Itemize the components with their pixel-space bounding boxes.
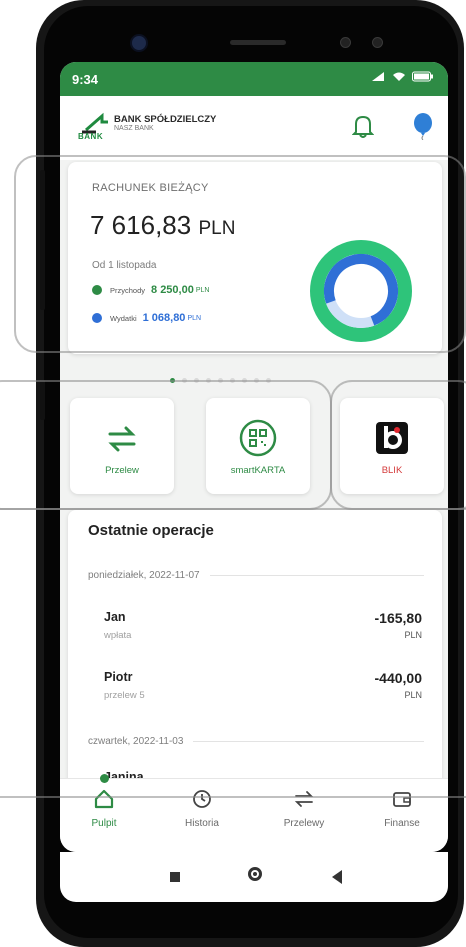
signal-icon: [372, 72, 385, 81]
light-sensor: [372, 37, 383, 48]
nav-label: Pulpit: [91, 818, 117, 829]
proximity-sensor: [340, 37, 351, 48]
battery-icon: [412, 71, 433, 82]
nav-label: Historia: [185, 818, 219, 829]
highlight-actions: [0, 380, 332, 510]
highlight-account: [14, 155, 466, 353]
carousel-pager: [170, 370, 340, 383]
nav-label: Finanse: [384, 818, 420, 829]
status-bar: 9:34: [60, 62, 448, 96]
bank-name: BANK SPÓŁDZIELCZY: [114, 114, 217, 125]
nav-label: Przelewy: [283, 818, 325, 829]
earpiece-speaker: [230, 40, 286, 45]
app-header: BANK BANK SPÓŁDZIELCZY NASZ BANK: [60, 96, 448, 160]
status-time: 9:34: [72, 72, 99, 87]
back-icon[interactable]: [332, 870, 342, 884]
system-navigation-bar: [60, 852, 448, 902]
highlight-operations: [0, 508, 466, 798]
bell-icon[interactable]: [352, 114, 374, 138]
bank-subtitle: NASZ BANK: [114, 125, 154, 132]
highlight-blik: [330, 380, 466, 510]
recent-apps-icon[interactable]: [170, 872, 180, 882]
logo-text: BANK: [78, 132, 104, 141]
home-button-icon[interactable]: [248, 867, 262, 881]
status-icons: [371, 71, 434, 85]
balloon-icon[interactable]: [412, 112, 434, 140]
front-camera: [130, 34, 148, 52]
wifi-icon: [392, 72, 405, 81]
